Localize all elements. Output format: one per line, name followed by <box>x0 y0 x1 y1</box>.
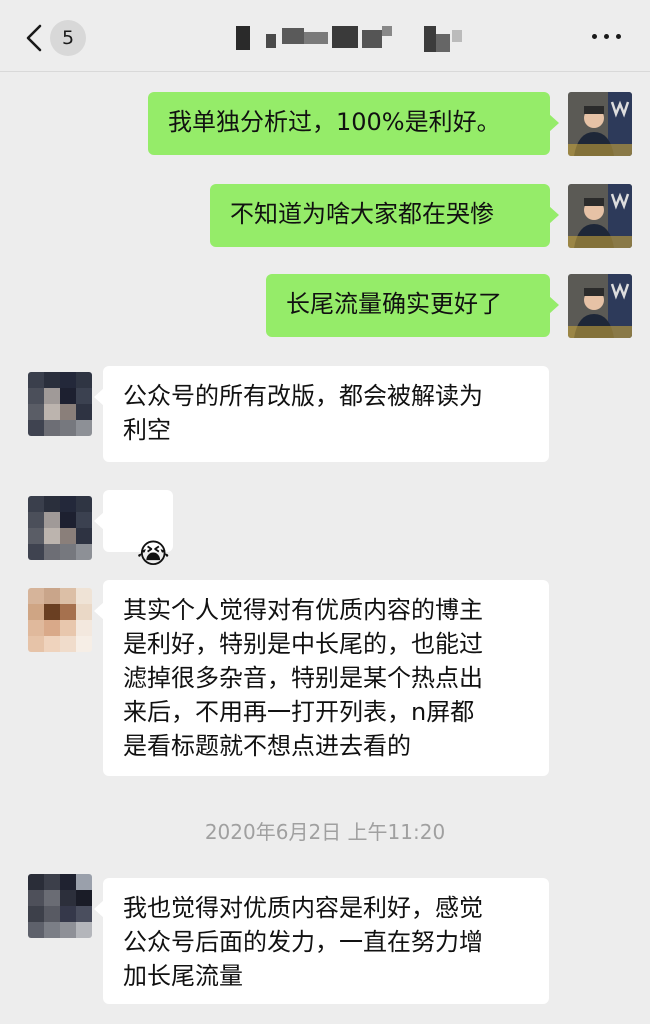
back-button[interactable]: 5 <box>20 18 100 56</box>
crying-face-emoji: 😭 <box>136 537 170 570</box>
my-avatar[interactable] <box>568 274 632 338</box>
incoming-message-bubble[interactable]: 其实个人觉得对有优质内容的博主 是利好，特别是中长尾的，也能过 滤掉很多杂音，特… <box>94 580 549 776</box>
unread-count-badge: 5 <box>50 20 86 56</box>
incoming-message-bubble[interactable]: 我也觉得对优质内容是利好，感觉 公众号后面的发力，一直在努力增 加长尾流量 <box>94 878 549 1004</box>
my-avatar[interactable] <box>568 184 632 248</box>
incoming-message-bubble[interactable]: 公众号的所有改版，都会被解读为 利空 <box>94 366 549 462</box>
more-dots-icon <box>592 34 597 39</box>
chat-timestamp: 2020年6月2日 上午11:20 <box>204 820 446 844</box>
contact-avatar-blurred[interactable] <box>28 372 92 436</box>
contact-avatar-blurred[interactable] <box>28 496 92 560</box>
my-avatar[interactable] <box>568 92 632 156</box>
outgoing-message-bubble[interactable]: 长尾流量确实更好了 <box>266 274 559 337</box>
chat-header: 5 <box>0 0 650 72</box>
chat-title-blurred <box>232 22 482 52</box>
contact-avatar-blurred[interactable] <box>28 874 92 938</box>
incoming-emoji-bubble[interactable]: 😭 <box>94 490 173 570</box>
outgoing-message-bubble[interactable]: 不知道为啥大家都在哭惨 <box>210 184 559 247</box>
more-options-button[interactable] <box>590 25 624 47</box>
outgoing-message-bubble[interactable]: 我单独分析过，100%是利好。 <box>148 92 559 155</box>
chevron-left-icon <box>26 24 42 52</box>
contact-avatar-blurred[interactable] <box>28 588 92 652</box>
